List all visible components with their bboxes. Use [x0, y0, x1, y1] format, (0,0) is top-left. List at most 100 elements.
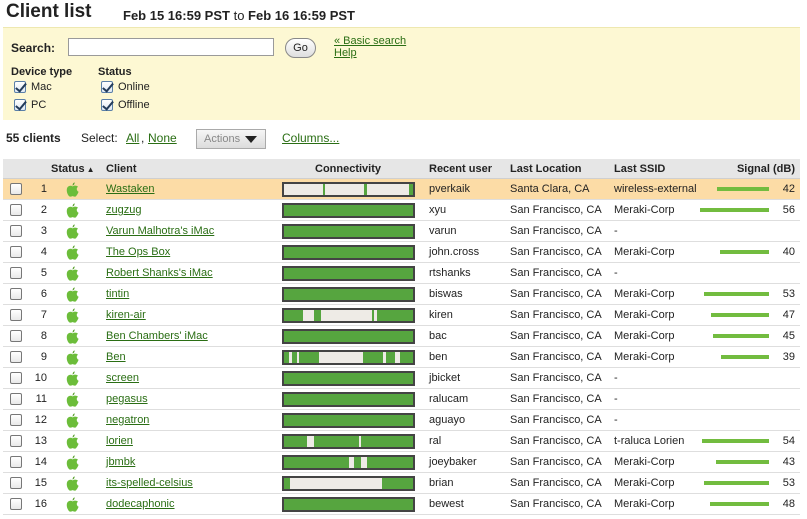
actions-dropdown[interactable]: Actions [196, 129, 266, 149]
row-checkbox[interactable] [10, 414, 22, 426]
client-name-link[interactable]: Wastaken [106, 183, 155, 195]
table-row[interactable]: 10 screen jbicket San Francisco, CA - [3, 368, 800, 389]
table-row[interactable]: 4 The Ops Box john.cross San Francisco, CA M… [3, 242, 800, 263]
last-location: San Francisco, CA [510, 498, 602, 510]
apple-icon [66, 224, 79, 239]
client-name-link[interactable]: Varun Malhotra's iMac [106, 225, 214, 237]
connectivity-bar[interactable] [282, 182, 415, 197]
connectivity-bar[interactable] [282, 392, 415, 407]
connectivity-bar[interactable] [282, 455, 415, 470]
filter-offline[interactable]: Offline [98, 98, 150, 116]
row-checkbox[interactable] [10, 309, 22, 321]
connectivity-bar[interactable] [282, 371, 415, 386]
client-name-link[interactable]: Ben Chambers' iMac [106, 330, 208, 342]
row-checkbox[interactable] [10, 498, 22, 510]
client-name-link[interactable]: its-spelled-celsius [106, 477, 193, 489]
client-name-link[interactable]: lorien [106, 435, 133, 447]
row-checkbox[interactable] [10, 351, 22, 363]
client-name-link[interactable]: screen [106, 372, 139, 384]
sort-ascending-icon: ▲ [86, 165, 95, 174]
recent-user: bewest [429, 498, 464, 510]
column-last-location[interactable]: Last Location [510, 163, 582, 175]
row-checkbox[interactable] [10, 372, 22, 384]
search-input[interactable] [68, 38, 274, 56]
columns-link[interactable]: Columns... [282, 131, 339, 145]
row-checkbox[interactable] [10, 330, 22, 342]
client-name-link[interactable]: pegasus [106, 393, 148, 405]
client-name-link[interactable]: Robert Shanks's iMac [106, 267, 213, 279]
client-name-link[interactable]: jbmbk [106, 456, 135, 468]
table-row[interactable]: 6 tintin biswas San Francisco, CA Meraki-Cor… [3, 284, 800, 305]
connectivity-bar[interactable] [282, 329, 415, 344]
client-name-link[interactable]: The Ops Box [106, 246, 170, 258]
connectivity-bar[interactable] [282, 287, 415, 302]
table-row[interactable]: 11 pegasus ralucam San Francisco, CA - [3, 389, 800, 410]
recent-user: ben [429, 351, 448, 363]
column-recent-user[interactable]: Recent user [429, 163, 492, 175]
client-name-link[interactable]: Ben [106, 351, 126, 363]
row-checkbox[interactable] [10, 204, 22, 216]
pc-checkbox[interactable] [14, 99, 26, 111]
table-row[interactable]: 7 kiren-air kiren San Francisco, CA Meraki-C… [3, 305, 800, 326]
go-button[interactable]: Go [285, 38, 316, 58]
table-row[interactable]: 14 jbmbk joeybaker San Francisco, CA Meraki-… [3, 452, 800, 473]
filter-pc[interactable]: PC [11, 98, 72, 116]
client-name-link[interactable]: zugzug [106, 204, 141, 216]
client-name-link[interactable]: dodecaphonic [106, 498, 175, 510]
row-checkbox[interactable] [10, 225, 22, 237]
row-checkbox[interactable] [10, 246, 22, 258]
select-none-link[interactable]: None [148, 131, 177, 145]
online-checkbox[interactable] [101, 81, 113, 93]
table-row[interactable]: 12 negatron aguayo San Francisco, CA - [3, 410, 800, 431]
client-name-link[interactable]: kiren-air [106, 309, 146, 321]
row-checkbox[interactable] [10, 267, 22, 279]
row-checkbox[interactable] [10, 477, 22, 489]
row-checkbox[interactable] [10, 435, 22, 447]
select-all-link[interactable]: All [126, 131, 139, 145]
connectivity-bar[interactable] [282, 413, 415, 428]
connectivity-bar[interactable] [282, 266, 415, 281]
basic-search-link[interactable]: « Basic search [334, 35, 406, 47]
last-ssid: - [614, 267, 618, 279]
table-row[interactable]: 13 lorien ral San Francisco, CA t-raluca Lor… [3, 431, 800, 452]
column-signal[interactable]: Signal (dB) [737, 163, 795, 175]
table-header: Status ▲ Client Connectivity Recent user … [3, 159, 800, 179]
connectivity-bar[interactable] [282, 203, 415, 218]
connectivity-bar[interactable] [282, 497, 415, 512]
apple-icon [66, 203, 79, 218]
connectivity-bar[interactable] [282, 434, 415, 449]
table-row[interactable]: 8 Ben Chambers' iMac bac San Francisco, CA M… [3, 326, 800, 347]
table-row[interactable]: 15 its-spelled-celsius brian San Francisco,… [3, 473, 800, 494]
column-last-ssid[interactable]: Last SSID [614, 163, 665, 175]
filter-mac[interactable]: Mac [11, 80, 72, 98]
table-row[interactable]: 9 Ben ben San Francisco, CA Meraki-Corp 39 [3, 347, 800, 368]
row-number: 11 [35, 393, 47, 405]
row-checkbox[interactable] [10, 393, 22, 405]
row-checkbox[interactable] [10, 288, 22, 300]
table-row[interactable]: 5 Robert Shanks's iMac rtshanks San Francis… [3, 263, 800, 284]
connectivity-bar[interactable] [282, 224, 415, 239]
row-checkbox[interactable] [10, 183, 22, 195]
connectivity-gap [383, 352, 386, 363]
connectivity-bar[interactable] [282, 476, 415, 491]
last-location: Santa Clara, CA [510, 183, 590, 195]
table-row[interactable]: 1 Wastaken pverkaik Santa Clara, CA wireless… [3, 179, 800, 200]
help-link[interactable]: Help [334, 47, 357, 59]
table-row[interactable]: 2 zugzug xyu San Francisco, CA Meraki-Corp 56 [3, 200, 800, 221]
connectivity-gap [394, 352, 401, 363]
table-row[interactable]: 16 dodecaphonic bewest San Francisco, CA Mer… [3, 494, 800, 515]
column-connectivity[interactable]: Connectivity [315, 163, 381, 175]
connectivity-bar[interactable] [282, 245, 415, 260]
column-client[interactable]: Client [106, 163, 137, 175]
mac-checkbox[interactable] [14, 81, 26, 93]
filter-online[interactable]: Online [98, 80, 150, 98]
connectivity-bar[interactable] [282, 308, 415, 323]
row-checkbox[interactable] [10, 456, 22, 468]
search-panel: Search: Go « Basic search Help Device ty… [3, 27, 800, 120]
offline-checkbox[interactable] [101, 99, 113, 111]
client-name-link[interactable]: tintin [106, 288, 129, 300]
connectivity-bar[interactable] [282, 350, 415, 365]
client-name-link[interactable]: negatron [106, 414, 149, 426]
column-status[interactable]: Status ▲ [51, 163, 95, 175]
table-row[interactable]: 3 Varun Malhotra's iMac varun San Francisco… [3, 221, 800, 242]
